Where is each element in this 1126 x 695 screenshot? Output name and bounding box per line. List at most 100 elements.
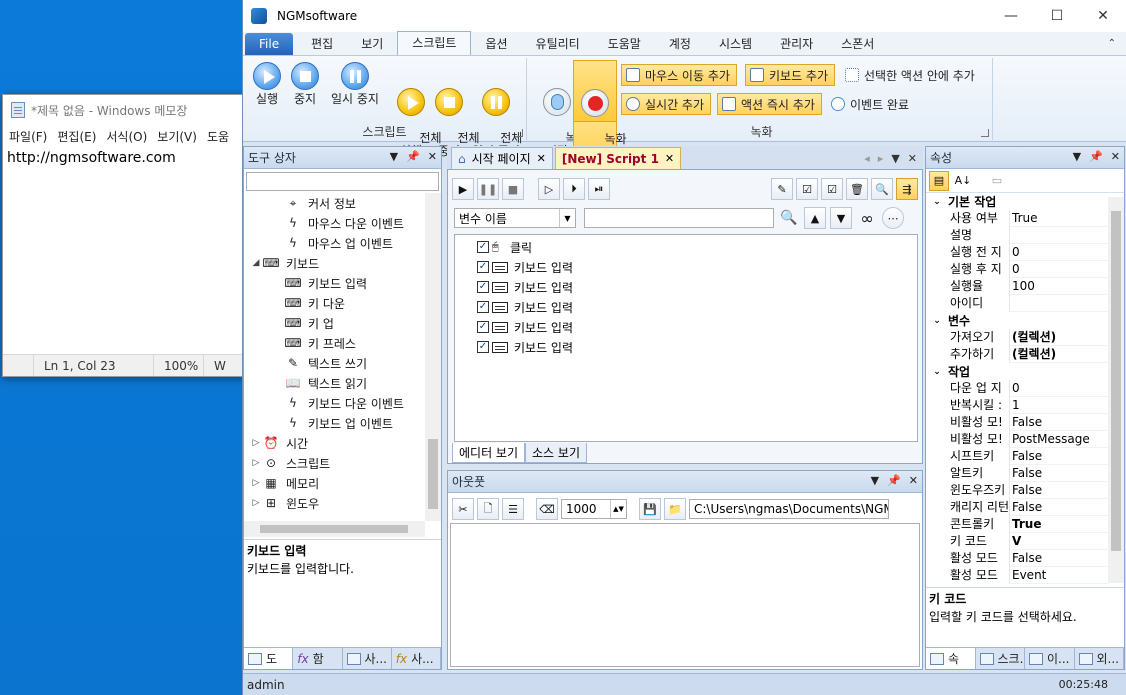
script-action-row[interactable]: ✓ 🖱 클릭 (455, 237, 917, 257)
close-tab-icon[interactable]: ✕ (665, 152, 674, 165)
tab-options[interactable]: 옵션 (471, 33, 521, 55)
tab-editor-view[interactable]: 에디터 보기 (452, 443, 526, 463)
property-row[interactable]: 비활성 모! False (926, 414, 1108, 431)
property-value[interactable]: False (1010, 550, 1108, 567)
properties-dropdown-icon[interactable]: ▼ (1073, 150, 1081, 163)
run-to-button[interactable]: ⏯ (588, 178, 610, 200)
property-value[interactable]: True (1010, 516, 1108, 533)
output-folder-button[interactable]: 📁 (664, 498, 686, 520)
toolbox-item[interactable]: ϟ 마우스 다운 이벤트 (244, 213, 425, 233)
toolbox-vscroll-thumb[interactable] (428, 439, 438, 509)
edit-check-button[interactable]: ✎ (771, 178, 793, 200)
action-checkbox[interactable]: ✓ (477, 281, 489, 293)
toolbox-tree[interactable]: ⌖ 커서 정보 ϟ 마우스 다운 이벤트 ϟ 마우스 업 이벤트 ◢ ⌨ 키보드 ⌨ 키보드 입력 ⌨… (244, 193, 425, 521)
property-row[interactable]: 실행 후 지0 (926, 261, 1108, 278)
tab-toolbox[interactable]: 도 (244, 648, 294, 669)
property-value[interactable] (1010, 295, 1108, 312)
property-row[interactable]: 활성 모드 False (926, 550, 1108, 567)
toolbox-item[interactable]: ϟ 키보드 업 이벤트 (244, 413, 425, 433)
property-row[interactable]: 윈도우즈키 False (926, 482, 1108, 499)
property-row[interactable]: 실행율 100 (926, 278, 1108, 295)
record-group-launcher-icon[interactable] (981, 129, 989, 137)
output-dropdown-icon[interactable]: ▼ (871, 474, 879, 487)
property-value[interactable]: True (1010, 210, 1108, 227)
tree-view-button[interactable]: ⇶ (896, 178, 918, 200)
property-row[interactable]: 캐리지 리턴 False (926, 499, 1108, 516)
output-pin-icon[interactable]: 📌 (887, 474, 901, 487)
property-row[interactable]: 콘트롤키 True (926, 516, 1108, 533)
expand-icon[interactable]: ▷ (250, 478, 262, 488)
property-value[interactable] (1010, 227, 1108, 244)
property-row[interactable]: 설명 (926, 227, 1108, 244)
add-action-now-button[interactable]: 액션 즉시 추가 (717, 93, 822, 115)
output-list-button[interactable]: ☰ (502, 498, 524, 520)
tab-sponsor[interactable]: 스폰서 (827, 33, 888, 55)
delete-button[interactable]: 🗑 (846, 178, 868, 200)
notepad-titlebar[interactable]: *제목 없음 - Windows 메모장 (3, 95, 245, 125)
property-row[interactable]: 실행 전 지0 (926, 244, 1108, 261)
scroll-right-icon[interactable]: ▸ (878, 152, 884, 165)
maximize-button[interactable]: ☐ (1034, 0, 1080, 32)
add-mouse-move-button[interactable]: 마우스 이동 추가 (621, 64, 737, 86)
property-row[interactable]: 알트키 False (926, 465, 1108, 482)
toolbox-item[interactable]: ⌖ 커서 정보 (244, 193, 425, 213)
tab-account[interactable]: 계정 (655, 33, 705, 55)
toolbox-item[interactable]: ⌨ 키보드 입력 (244, 273, 425, 293)
scroll-left-icon[interactable]: ◂ (864, 152, 870, 165)
close-tab-icon[interactable]: ✕ (537, 152, 546, 165)
script-action-row[interactable]: ✓ 키보드 입력 (455, 317, 917, 337)
toolbox-dropdown-icon[interactable]: ▼ (390, 150, 398, 163)
script-action-row[interactable]: ✓ 키보드 입력 (455, 257, 917, 277)
variable-name-combo[interactable]: 변수 이름 ▼ (454, 208, 576, 228)
tab-functions[interactable]: fx 함 (293, 648, 343, 669)
property-value[interactable]: 100 (1010, 278, 1108, 295)
collapse-icon[interactable]: ◢ (250, 258, 262, 268)
run-from-button[interactable]: ⏵ (563, 178, 585, 200)
toolbox-item[interactable]: ⌨ 키 업 (244, 313, 425, 333)
collapse-icon[interactable]: ⌄ (926, 367, 948, 377)
properties-vscroll-thumb[interactable] (1111, 211, 1121, 551)
property-row[interactable]: 키 코드 V (926, 533, 1108, 550)
property-row[interactable]: 반복시킬 :1 (926, 397, 1108, 414)
add-keyboard-button[interactable]: 키보드 추가 (745, 64, 836, 86)
script-action-row[interactable]: ✓ 키보드 입력 (455, 337, 917, 357)
property-value[interactable]: False (1010, 414, 1108, 431)
notepad-menu-edit[interactable]: 편집(E) (57, 128, 96, 145)
script-action-list[interactable]: ✓ 🖱 클릭 ✓ 키보드 입력 ✓ 키보드 입력 ✓ 키보드 입력 ✓ 키보드 입력 ✓ 키보드 입력 (454, 234, 918, 442)
property-category[interactable]: ⌄ 작업 (926, 363, 1108, 380)
property-row[interactable]: 가져오기 (컬렉션) (926, 329, 1108, 346)
property-row[interactable]: 추가하기 (컬렉션) (926, 346, 1108, 363)
property-value[interactable]: (컬렉션) (1010, 346, 1108, 363)
property-value[interactable]: 0 (1010, 244, 1108, 261)
tab-script[interactable]: 스크립트 (397, 31, 472, 55)
categorized-button[interactable]: ▤ (929, 170, 949, 191)
more-options-button[interactable]: ⋯ (882, 207, 904, 229)
notepad-menu-format[interactable]: 서식(O) (106, 128, 147, 145)
tab-script-1[interactable]: [New] Script 1 ✕ (554, 147, 682, 169)
tab-user-b[interactable]: fx 사... (392, 648, 441, 669)
output-count-stepper[interactable]: 1000 ▲▼ (561, 499, 627, 519)
property-row[interactable]: 비활성 모! PostMessage (926, 431, 1108, 448)
output-text-area[interactable] (450, 523, 920, 667)
doc-close-icon[interactable]: ✕ (908, 152, 917, 165)
toolbox-item[interactable]: ▷ ⏰ 시간 (244, 433, 425, 453)
record-stop-toggle[interactable]: 녹화 중지 (573, 60, 627, 159)
tab-scripts[interactable]: 스크... (976, 648, 1025, 669)
action-checkbox[interactable]: ✓ (477, 321, 489, 333)
tab-external[interactable]: 외... (1075, 648, 1124, 669)
expand-icon[interactable]: ▷ (250, 438, 262, 448)
toolbox-item[interactable]: 📖 텍스트 읽기 (244, 373, 425, 393)
toolbox-item[interactable]: ✎ 텍스트 쓰기 (244, 353, 425, 373)
notepad-window[interactable]: *제목 없음 - Windows 메모장 파일(F) 편집(E) 서식(O) 보… (2, 94, 246, 377)
property-value[interactable]: False (1010, 499, 1108, 516)
output-path-field[interactable]: C:\Users\ngmas\Documents\NGM6\ (689, 499, 889, 519)
search-button[interactable]: 🔍 (871, 178, 893, 200)
output-close-icon[interactable]: ✕ (909, 474, 918, 487)
notepad-text-area[interactable]: http://ngmsoftware.com (3, 147, 245, 354)
notepad-menu-file[interactable]: 파일(F) (9, 128, 47, 145)
properties-pin-icon[interactable]: 📌 (1089, 150, 1103, 163)
property-value[interactable]: 0 (1010, 380, 1108, 397)
minimize-button[interactable]: — (988, 0, 1034, 32)
check-all-button[interactable]: ☑ (796, 178, 818, 200)
expand-icon[interactable]: ▷ (250, 458, 262, 468)
